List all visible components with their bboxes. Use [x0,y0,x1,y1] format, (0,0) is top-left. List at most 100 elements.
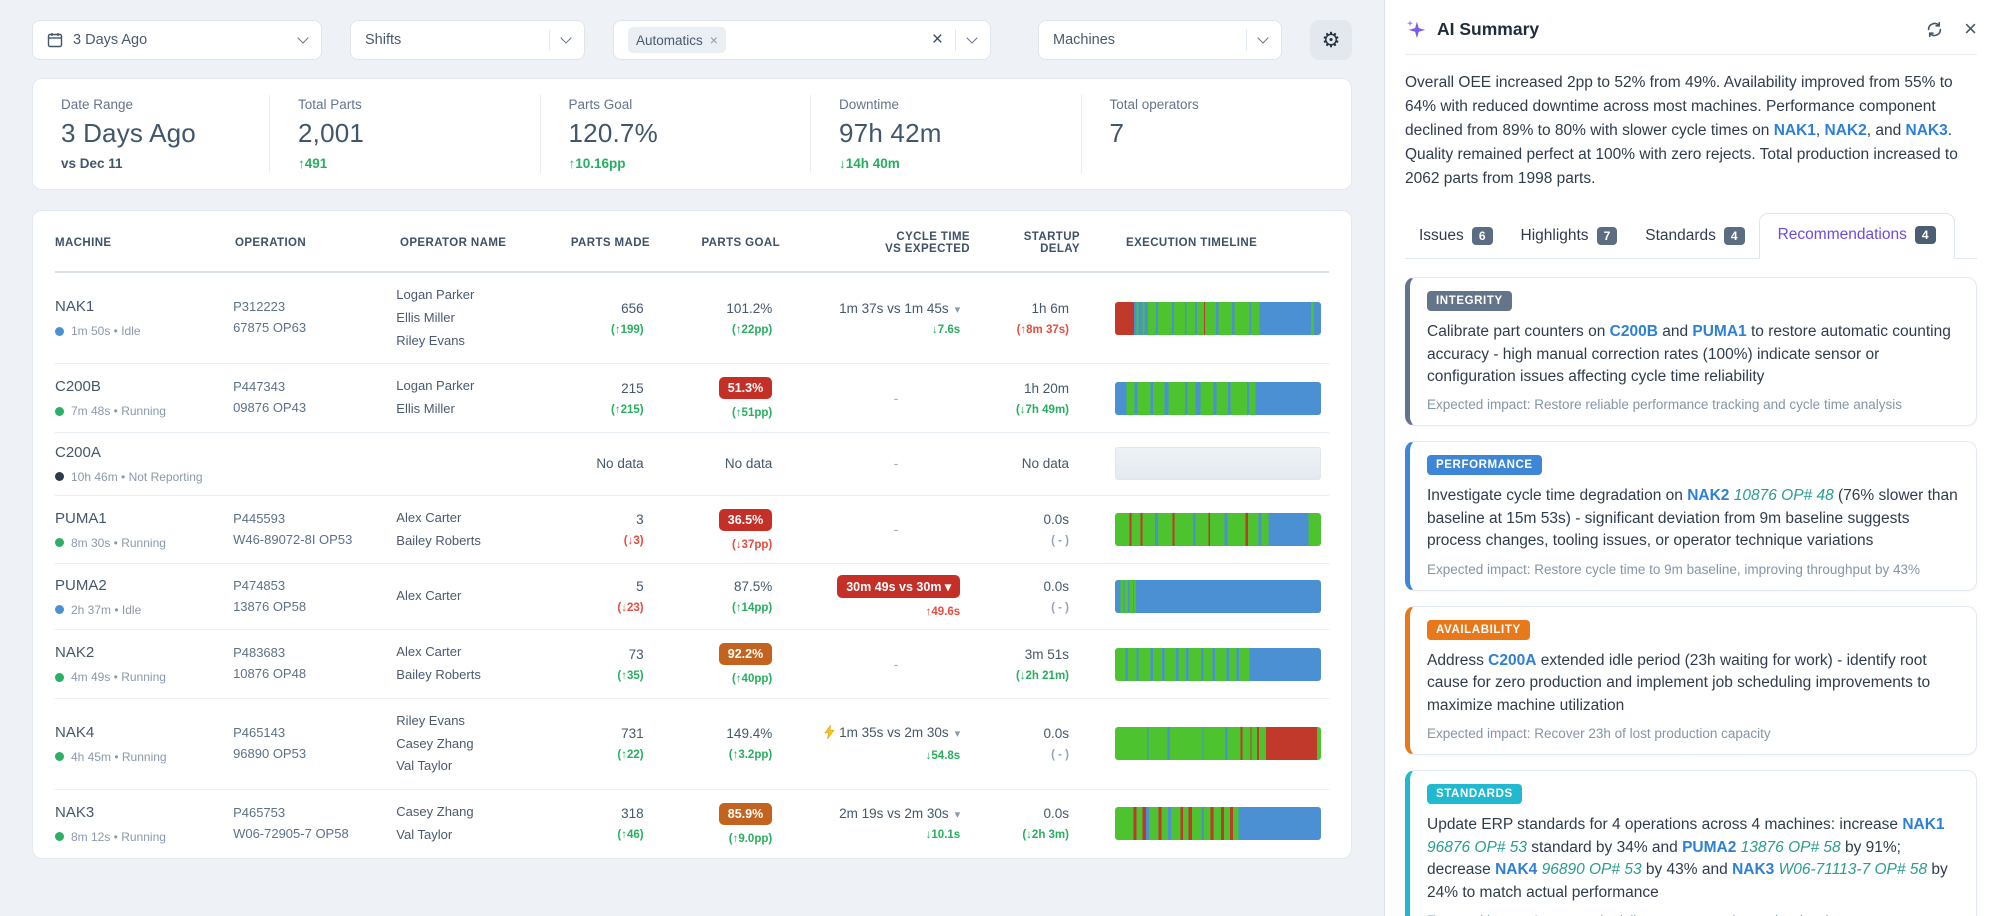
cycle-time-dropdown[interactable]: 30m 49s vs 30m ▾ [837,575,960,598]
machine-link[interactable]: NAK2 [1687,487,1729,504]
execution-timeline-bar [1115,302,1321,335]
table-row[interactable]: C200B7m 48s • RunningP44734309876 OP43Lo… [55,364,1329,433]
kpi-label: Downtime [839,97,1053,112]
timeline-cell [1069,447,1329,480]
parts-goal-cell: 149.4%(↑3.2pp) [644,726,773,761]
machine-link[interactable]: C200A [1488,652,1536,669]
machine-link[interactable]: NAK1 [1774,122,1816,139]
filter-chip-automatics[interactable]: Automatics × [628,27,726,53]
cycle-time-dropdown[interactable]: 1m 35s vs 2m 30s ▾ [772,725,960,742]
parts-goal-value: No data [644,456,773,471]
recommendation-cards: INTEGRITYCalibrate part counters on C200… [1405,277,1977,916]
operator-cell: Logan ParkerEllis MillerRiley Evans [396,284,544,352]
table-row[interactable]: NAK38m 12s • RunningP465753W06-72905-7 O… [55,790,1329,858]
kpi-total-operators: Total operators7 [1081,95,1352,173]
status-dot-icon [55,538,64,547]
operator-cell: Alex CarterBailey Roberts [396,507,544,553]
parts-made-delta: (↑22) [545,749,644,761]
machine-link[interactable]: NAK4 [1495,861,1537,878]
execution-timeline-bar [1115,580,1321,613]
kpi-delta: ↑10.16pp [569,156,783,171]
shifts-select[interactable]: Shifts [350,20,585,60]
tab-recommendations[interactable]: Recommendations4 [1759,213,1955,259]
cycle-time-empty: - [772,657,960,672]
machine-link[interactable]: NAK2 [1825,122,1867,139]
program-number: P312223 [233,297,396,318]
recommendation-text: Investigate cycle time degradation on NA… [1427,485,1960,552]
category-badge: PERFORMANCE [1427,455,1542,475]
startup-delay-cell: 0.0s( - ) [960,579,1069,614]
parts-goal-delta: (↑51pp) [644,407,773,419]
parts-goal-delta: (↑3.2pp) [644,749,773,761]
table-row[interactable]: PUMA18m 30s • RunningP445593W46-89072-8I… [55,496,1329,565]
timeline-cell [1069,727,1329,760]
date-range-select[interactable]: 3 Days Ago [32,20,322,60]
cycle-time-cell: - [772,657,960,672]
machine-cell: NAK44h 45m • Running [55,724,233,764]
recommendation-card-performance: PERFORMANCE Investigate cycle time degrad… [1405,441,1977,590]
parts-goal-cell: 92.2%(↑40pp) [644,643,773,685]
table-row[interactable]: NAK11m 50s • IdleP31222367875 OP63Logan … [55,273,1329,364]
machine-cell: C200B7m 48s • Running [55,378,233,418]
text-segment: Update ERP standards for 4 operations ac… [1427,816,1902,833]
startup-delay-delta: (↓2h 3m) [960,829,1069,841]
startup-delay-value: 0.0s [960,726,1069,741]
table-row[interactable]: PUMA22h 37m • IdleP47485313876 OP58Alex … [55,564,1329,630]
machine-link[interactable]: PUMA1 [1692,323,1746,340]
tab-highlights[interactable]: Highlights7 [1507,217,1632,258]
table-row[interactable]: C200A10h 46m • Not ReportingNo dataNo da… [55,433,1329,496]
filter-bar: 3 Days Ago Shifts Automatics × × Machine… [32,20,1352,60]
expected-impact-text: Expected impact: Restore cycle time to 9… [1427,562,1960,577]
tab-standards[interactable]: Standards4 [1631,217,1758,258]
refresh-icon[interactable] [1925,20,1944,39]
cycle-time-dropdown[interactable]: 1m 37s vs 1m 45s ▾ [772,301,960,316]
kpi-delta: vs Dec 11 [61,156,241,171]
parts-made-delta: (↓23) [545,602,644,614]
parts-goal-delta: (↑14pp) [644,602,773,614]
category-badge: AVAILABILITY [1427,620,1530,640]
parts-made-cell: No data [545,456,644,471]
machine-cell: NAK38m 12s • Running [55,804,233,844]
operation-cell: P46514396890 OP53 [233,723,396,765]
tab-issues[interactable]: Issues6 [1405,217,1507,258]
program-number: P465753 [233,803,396,824]
parts-made-cell: 318(↑46) [545,806,644,841]
column-header: OPERATOR NAME [400,237,550,249]
parts-made-value: 656 [545,301,644,316]
cycle-time-delta: ↓54.8s [772,750,960,762]
close-icon[interactable]: × [1964,18,1977,40]
machine-link[interactable]: C200B [1610,323,1658,340]
ai-panel-header: AI Summary × [1405,18,1977,40]
machine-name: PUMA1 [55,510,233,527]
machines-select[interactable]: Machines [1038,20,1282,60]
machine-link[interactable]: NAK3 [1732,861,1774,878]
machine-link[interactable]: PUMA2 [1682,839,1736,856]
startup-delay-cell: 1h 6m(↑8m 37s) [960,301,1069,336]
table-row[interactable]: NAK24m 49s • RunningP48368310876 OP48Ale… [55,630,1329,699]
parts-goal-badge: 36.5% [719,509,772,531]
execution-timeline-bar [1115,447,1321,480]
machine-cell: NAK11m 50s • Idle [55,298,233,338]
operation-ref: 96890 OP# 53 [1542,861,1642,878]
operator-cell: Riley EvansCasey ZhangVal Taylor [396,710,544,778]
clear-filter-icon[interactable]: × [932,29,943,51]
operation-cell: P31222367875 OP63 [233,297,396,339]
chip-remove-icon[interactable]: × [710,32,718,48]
parts-goal-cell: 85.9%(↑9.0pp) [644,803,773,845]
settings-button[interactable]: ⚙ [1310,20,1352,60]
machine-cell: PUMA18m 30s • Running [55,510,233,550]
table-row[interactable]: NAK44h 45m • RunningP46514396890 OP53Ril… [55,699,1329,790]
parts-made-cell: 731(↑22) [545,726,644,761]
cycle-time-dropdown[interactable]: 2m 19s vs 2m 30s ▾ [772,806,960,821]
startup-delay-value: 0.0s [960,579,1069,594]
ai-summary-text: Overall OEE increased 2pp to 52% from 49… [1405,71,1977,191]
machine-link[interactable]: NAK3 [1906,122,1948,139]
operator-cell: Alex CarterBailey Roberts [396,641,544,687]
text-segment: Investigate cycle time degradation on [1427,487,1687,504]
machine-group-filter[interactable]: Automatics × × [613,20,991,60]
machine-link[interactable]: NAK1 [1902,816,1944,833]
machine-status: 4m 49s • Running [55,670,233,684]
kpi-value: 97h 42m [839,118,1053,149]
timeline-cell [1069,302,1329,335]
operation-cell: P44734309876 OP43 [233,377,396,419]
